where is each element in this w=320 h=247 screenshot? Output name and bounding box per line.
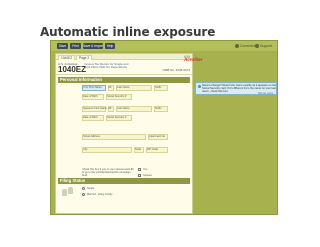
filing-married-radio[interactable]: [82, 193, 85, 196]
spouse-ssn-label: Social Security #: [107, 115, 127, 119]
brand-logo: Acrofiler: [184, 57, 203, 62]
campaign-spouse-checkbox[interactable]: [138, 174, 141, 177]
spouse-last-name-label: Last Name: [117, 106, 130, 110]
omb-number: OMB No. 1545-0074: [162, 68, 190, 72]
filing-married-label: Married - Filing Jointly: [87, 193, 113, 196]
spouse-dob-label: Date of Birth: [83, 115, 98, 119]
support-icon: [255, 44, 259, 49]
section-personal-information: Personal Information: [58, 77, 190, 83]
slide-title: Automatic inline exposure: [40, 25, 216, 39]
section-filing-status: Filing Status: [58, 178, 190, 184]
tab-1040ez[interactable]: 1040EZ: [58, 55, 76, 60]
city-label: City: [83, 147, 88, 151]
print-button[interactable]: Print: [70, 43, 81, 49]
tax-form: 1040EZ Page 2 4/24 U.S. Individual 1040E…: [55, 53, 203, 214]
comments-link[interactable]: Comments: [235, 44, 257, 49]
campaign-fund-text: Check this box if you or your spouse wan…: [82, 168, 134, 177]
city-input[interactable]: [82, 147, 132, 153]
app-window: Save Print Save & Import Help Comments S…: [50, 40, 278, 215]
form-tabs: 1040EZ Page 2 4/24: [56, 54, 192, 60]
save-button[interactable]: Save: [57, 43, 68, 49]
people-icon: [62, 187, 74, 196]
last-name-label: Last Name: [117, 85, 130, 89]
ssn-label: Social Security #: [107, 94, 127, 98]
street-address-label: Street Address: [83, 134, 101, 138]
help-button[interactable]: Help: [105, 43, 115, 49]
comments-icon: [235, 44, 239, 49]
campaign-spouse-label: Spouse: [143, 174, 152, 177]
form-header: U.S. Individual 1040EZ Income Tax Return…: [56, 61, 192, 75]
campaign-you-checkbox[interactable]: [138, 168, 141, 171]
mi-label: MI: [108, 85, 112, 89]
support-link[interactable]: Support: [255, 44, 272, 49]
form-subtitle-line-2: Joint Filers With No Dependents: [84, 65, 128, 70]
tab-page-2[interactable]: Page 2: [76, 55, 93, 60]
presentation-slide: Automatic inline exposure Save Print Sav…: [0, 0, 320, 247]
spouse-mi-label: MI: [108, 106, 112, 110]
apartment-label: Apartment No.: [149, 134, 166, 138]
info-icon: [198, 85, 201, 88]
spouse-suffix-label: Suffix: [155, 106, 162, 110]
spouse-first-name-label: Spouse's First Name: [83, 106, 107, 110]
tell-me-more-link[interactable]: Tell me more: [258, 92, 273, 95]
first-name-label: Your First Name: [83, 85, 102, 89]
dob-label: Date of Birth: [83, 94, 98, 98]
filing-single-radio[interactable]: [82, 187, 85, 190]
save-import-button[interactable]: Save & Import: [83, 43, 103, 49]
campaign-you-label: You: [143, 168, 148, 171]
toolbar: Save Print Save & Import Help Comments S…: [51, 41, 277, 51]
form-number: 1040EZ: [58, 65, 87, 74]
inline-help-tooltip: Need a change? Report the name exactly a…: [193, 82, 277, 95]
form-subtitle: Income Tax Return for Single and Joint F…: [84, 62, 144, 70]
zip-label: ZIP Code: [147, 147, 158, 151]
filing-single-label: Single: [87, 187, 95, 190]
suffix-label: Suffix: [155, 85, 162, 89]
tooltip-arrow: [193, 87, 196, 93]
state-label: State: [135, 147, 142, 151]
